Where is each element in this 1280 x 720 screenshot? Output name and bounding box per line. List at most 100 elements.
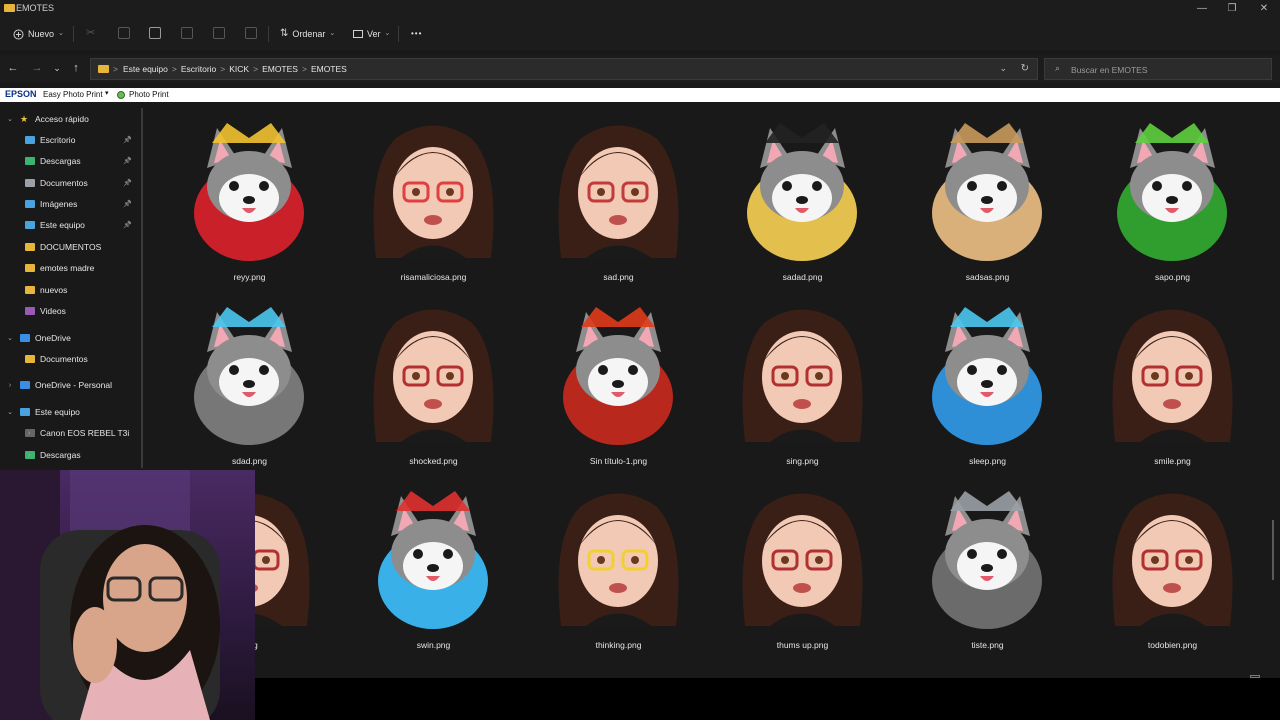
file-item[interactable]: reyy.png	[162, 108, 337, 293]
share-icon[interactable]	[213, 27, 225, 39]
breadcrumb-item[interactable]: EMOTES	[262, 64, 298, 74]
file-item[interactable]: sleep.png	[900, 292, 1075, 477]
path-box[interactable]: > Este equipo > Escritorio > KICK > EMOT…	[90, 58, 1038, 80]
sort-button[interactable]: ⇅ Ordenar ⌄	[280, 25, 335, 43]
dropdown-arrow-icon[interactable]: ▾	[105, 89, 109, 97]
copy-icon[interactable]	[118, 27, 130, 39]
new-button[interactable]: Nuevo ⌄	[13, 25, 64, 43]
file-item[interactable]: thums up.png	[715, 476, 890, 661]
file-name: todobien.png	[1147, 640, 1198, 650]
sidebar-item[interactable]: Descargas 📌	[0, 152, 140, 170]
chevron-down-icon[interactable]: ⌄	[999, 63, 1007, 74]
girl-emote-thumbnail	[373, 309, 494, 442]
easy-photo-print-button[interactable]: Easy Photo Print	[43, 90, 103, 99]
file-item[interactable]: todobien.png	[1085, 476, 1260, 661]
file-item[interactable]: thinking.png	[531, 476, 706, 661]
toolbar-divider	[73, 26, 74, 42]
up-arrow-icon[interactable]: ↑	[69, 61, 83, 75]
more-options-button[interactable]: •••	[411, 25, 422, 43]
cloud-icon	[20, 334, 30, 342]
navigation-pane: ⌄ ★ Acceso rápido Escritorio 📌 Descargas 📌 Docu…	[0, 108, 142, 470]
pin-icon: 📌	[123, 137, 132, 144]
girl-emote-thumbnail	[742, 309, 863, 442]
file-item[interactable]: shocked.png	[346, 292, 521, 477]
maximize-button[interactable]: ❐	[1224, 2, 1240, 16]
view-icon	[353, 30, 363, 38]
girl-emote-thumbnail	[558, 125, 679, 258]
rename-icon[interactable]	[181, 27, 193, 39]
sidebar-item[interactable]: Imágenes 📌	[0, 195, 140, 213]
command-bar: Nuevo ⌄ ✂ ⇅ Ordenar ⌄ Ver ⌄ •••	[0, 18, 1280, 50]
file-item[interactable]: sad.png	[531, 108, 706, 293]
sidebar-item[interactable]: Escritorio 📌	[0, 131, 140, 149]
chevron-right-icon[interactable]: ›	[25, 452, 33, 459]
cut-icon[interactable]: ✂	[86, 27, 98, 39]
file-item[interactable]: sdad.png	[162, 292, 337, 477]
sidebar-item-label: Este equipo	[40, 220, 85, 230]
streamer-portrait	[0, 470, 220, 720]
sidebar-item[interactable]: ⌄ OneDrive	[0, 329, 140, 347]
epson-logo: EPSON	[5, 89, 37, 99]
search-input[interactable]: ⌕ Buscar en EMOTES	[1044, 58, 1272, 80]
delete-icon[interactable]	[245, 27, 257, 39]
photo-print-button[interactable]: Photo Print	[129, 90, 169, 99]
chevron-right-icon[interactable]: ›	[25, 430, 33, 437]
sidebar-item[interactable]: › OneDrive - Personal	[0, 376, 140, 394]
sidebar-item[interactable]: Este equipo 📌	[0, 216, 140, 234]
file-name: smile.png	[1154, 456, 1191, 466]
chevron-down-icon[interactable]: ⌄	[6, 408, 14, 416]
sidebar-item[interactable]: Videos	[0, 302, 140, 320]
forward-arrow-icon[interactable]: →	[30, 61, 44, 75]
refresh-icon[interactable]: ↻	[1021, 63, 1029, 74]
sidebar-item-label: Acceso rápido	[35, 114, 89, 124]
file-name: sadsas.png	[965, 272, 1010, 282]
file-item[interactable]: tiste.png	[900, 476, 1075, 661]
sidebar-item-label: OneDrive	[35, 333, 71, 343]
minimize-button[interactable]: —	[1194, 2, 1210, 16]
sidebar-item[interactable]: nuevos	[0, 281, 140, 299]
sidebar-scrollbar[interactable]	[141, 108, 143, 468]
webcam-overlay	[0, 470, 255, 720]
sidebar-item[interactable]: emotes madre	[0, 259, 140, 277]
file-item[interactable]: sapo.png	[1085, 108, 1260, 293]
husky-emote-thumbnail	[194, 123, 304, 261]
chevron-down-icon[interactable]: ⌄	[6, 334, 14, 342]
chevron-right-icon[interactable]: ›	[6, 382, 14, 389]
sidebar-item[interactable]: ⌄ ★ Acceso rápido	[0, 110, 140, 128]
document-icon	[25, 179, 35, 187]
recent-locations-chevron-icon[interactable]: ⌄	[50, 61, 64, 75]
view-button[interactable]: Ver ⌄	[353, 25, 390, 43]
breadcrumb-item[interactable]: Escritorio	[181, 64, 216, 74]
sidebar-item[interactable]: Documentos 📌	[0, 174, 140, 192]
sidebar-item[interactable]: Documentos	[0, 350, 140, 368]
breadcrumb-item[interactable]: Este equipo	[123, 64, 168, 74]
sidebar-item[interactable]: › Canon EOS REBEL T3i	[0, 424, 140, 442]
husky-emote-thumbnail	[1117, 123, 1227, 261]
sidebar-item-label: OneDrive - Personal	[35, 380, 113, 390]
file-item[interactable]: sing.png	[715, 292, 890, 477]
vertical-scrollbar[interactable]	[1272, 520, 1274, 580]
file-item[interactable]: smile.png	[1085, 292, 1260, 477]
close-button[interactable]: ✕	[1256, 2, 1272, 16]
file-item[interactable]: Sin título-1.png	[531, 292, 706, 477]
chevron-down-icon: ⌄	[329, 30, 336, 37]
address-bar: ← → ⌄ ↑ > Este equipo > Escritorio > KIC…	[0, 55, 1280, 83]
file-name: thums up.png	[776, 640, 829, 650]
file-item[interactable]: sadad.png	[715, 108, 890, 293]
breadcrumb-item[interactable]: EMOTES	[311, 64, 347, 74]
sidebar-item-label: Escritorio	[40, 135, 76, 145]
chevron-down-icon[interactable]: ⌄	[6, 115, 14, 123]
back-arrow-icon[interactable]: ←	[6, 61, 20, 75]
sidebar-item[interactable]: DOCUMENTOS	[0, 238, 140, 256]
desktop-icon	[25, 136, 35, 144]
photo-print-icon	[117, 91, 125, 99]
paste-icon[interactable]	[149, 27, 161, 39]
file-item[interactable]: sadsas.png	[900, 108, 1075, 293]
video-letterbox	[255, 678, 1280, 720]
sidebar-item[interactable]: › Descargas	[0, 446, 140, 464]
file-name: risamaliciosa.png	[400, 272, 467, 282]
breadcrumb-item[interactable]: KICK	[229, 64, 249, 74]
file-item[interactable]: swin.png	[346, 476, 521, 661]
file-item[interactable]: risamaliciosa.png	[346, 108, 521, 293]
sidebar-item[interactable]: ⌄ Este equipo	[0, 403, 140, 421]
